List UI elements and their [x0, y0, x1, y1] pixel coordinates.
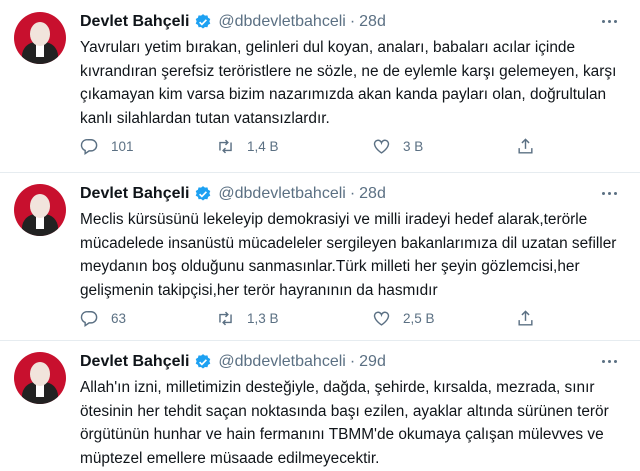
verified-badge-icon: [196, 186, 211, 201]
more-options-icon[interactable]: [596, 12, 622, 30]
timestamp[interactable]: 28d: [359, 185, 386, 203]
tweet-text: Meclis kürsüsünü lekeleyip demokrasiyi v…: [80, 211, 617, 299]
tweet-header: Devlet Bahçeli @dbdevletbahceli · 28d: [80, 11, 386, 33]
reply-icon: [80, 138, 98, 155]
avatar[interactable]: [14, 12, 66, 64]
separator-dot: ·: [349, 13, 356, 30]
retweet-icon: [219, 311, 232, 325]
share-button[interactable]: [516, 306, 547, 330]
author-handle[interactable]: @dbdevletbahceli: [218, 13, 345, 31]
tweet-header: Devlet Bahçeli @dbdevletbahceli · 29d: [80, 351, 386, 373]
reply-button[interactable]: 101: [80, 134, 134, 158]
author-name[interactable]: Devlet Bahçeli: [80, 185, 189, 203]
tweet-actions: 101 1,4 B 3 B: [80, 134, 560, 158]
avatar[interactable]: [14, 184, 66, 236]
author-name[interactable]: Devlet Bahçeli: [80, 353, 189, 371]
retweet-icon: [219, 139, 232, 153]
author-handle[interactable]: @dbdevletbahceli: [218, 185, 345, 203]
reply-button[interactable]: 63: [80, 306, 126, 330]
more-options-icon[interactable]: [596, 352, 622, 370]
separator-dot: ·: [349, 185, 356, 202]
like-button[interactable]: 3 B: [372, 134, 423, 158]
heart-icon: [373, 139, 390, 154]
retweet-count: 1,4 B: [247, 138, 279, 154]
retweet-count: 1,3 B: [247, 310, 279, 326]
tweet-actions: 63 1,3 B 2,5 B: [80, 306, 560, 330]
tweet[interactable]: Devlet Bahçeli @dbdevletbahceli · 28d Ya…: [0, 0, 640, 173]
timestamp[interactable]: 28d: [359, 13, 386, 31]
author-name[interactable]: Devlet Bahçeli: [80, 13, 189, 31]
reply-count: 101: [111, 138, 134, 154]
reply-count: 63: [111, 310, 127, 326]
like-button[interactable]: 2,5 B: [372, 306, 435, 330]
tweet[interactable]: Devlet Bahçeli @dbdevletbahceli · 29d Al…: [0, 340, 640, 471]
avatar[interactable]: [14, 352, 66, 404]
like-count: 3 B: [403, 138, 424, 154]
reply-icon: [80, 310, 98, 327]
tweet-header: Devlet Bahçeli @dbdevletbahceli · 28d: [80, 183, 386, 205]
more-options-icon[interactable]: [596, 184, 622, 202]
timestamp[interactable]: 29d: [359, 353, 386, 371]
tweet-text: Allah'ın izni, milletimizin desteğiyle, …: [80, 379, 609, 467]
heart-icon: [373, 311, 390, 326]
share-icon: [518, 309, 533, 326]
tweet[interactable]: Devlet Bahçeli @dbdevletbahceli · 28d Me…: [0, 172, 640, 341]
separator-dot: ·: [349, 353, 356, 370]
tweet-text: Yavruları yetim bırakan, gelinleri dul k…: [80, 39, 617, 127]
verified-badge-icon: [196, 14, 211, 29]
retweet-button[interactable]: 1,4 B: [216, 134, 279, 158]
author-handle[interactable]: @dbdevletbahceli: [218, 353, 345, 371]
share-icon: [518, 137, 533, 154]
like-count: 2,5 B: [403, 310, 435, 326]
verified-badge-icon: [196, 354, 211, 369]
share-button[interactable]: [516, 134, 547, 158]
retweet-button[interactable]: 1,3 B: [216, 306, 279, 330]
